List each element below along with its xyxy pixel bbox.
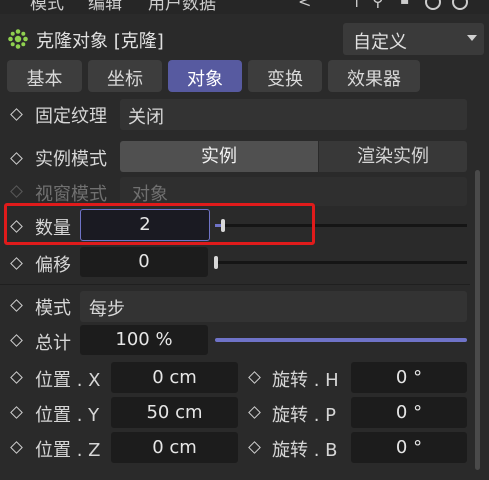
menu-item-edit[interactable]: 编辑: [88, 0, 122, 14]
rotation-b-input[interactable]: 0 °: [351, 432, 467, 463]
position-z-label: 位置 . Z: [35, 440, 101, 461]
keyframe-diamond-icon[interactable]: [10, 257, 23, 270]
fixed-texture-dropdown[interactable]: 关闭: [120, 99, 467, 130]
instance-mode-option-instance-label: 实例: [201, 146, 237, 167]
tab-effectors[interactable]: 效果器: [328, 60, 420, 92]
rotation-h-input[interactable]: 0 °: [351, 362, 467, 393]
mode-label: 模式: [35, 298, 71, 319]
keyframe-diamond-icon[interactable]: [10, 334, 23, 347]
position-x-input[interactable]: 0 cm: [111, 362, 238, 393]
tab-basic-label: 基本: [26, 69, 63, 90]
mode-value: 每步: [89, 299, 125, 320]
keyframe-diamond-icon[interactable]: [10, 299, 23, 312]
rotation-b-label: 旋转 . B: [272, 440, 338, 461]
settings-circle-icon[interactable]: [425, 0, 441, 10]
rotation-h-value: 0 °: [395, 367, 423, 388]
position-z-input[interactable]: 0 cm: [111, 432, 238, 463]
instance-mode-option-render[interactable]: 渲染实例: [319, 141, 467, 172]
menu-item-mode[interactable]: 模式: [30, 0, 64, 14]
fixed-texture-label: 固定纹理: [35, 106, 107, 127]
offset-slider-track[interactable]: [215, 261, 467, 264]
position-y-input[interactable]: 50 cm: [111, 397, 238, 428]
viewport-mode-dropdown: 对象: [120, 177, 467, 206]
total-label: 总计: [35, 333, 71, 354]
menu-item-userdata[interactable]: 用户数据: [148, 0, 216, 14]
preset-dropdown-value: 自定义: [353, 32, 407, 53]
position-y-label: 位置 . Y: [35, 405, 100, 426]
fixed-texture-value: 关闭: [128, 107, 164, 128]
total-value: 100 %: [115, 329, 173, 350]
keyframe-diamond-icon[interactable]: [10, 406, 23, 419]
total-slider-fill[interactable]: [215, 338, 467, 342]
keyframe-diamond-icon[interactable]: [10, 441, 23, 454]
offset-slider-handle[interactable]: [214, 256, 218, 269]
keyframe-diamond-icon: [10, 185, 23, 198]
section-divider: [0, 284, 470, 285]
rotation-p-label: 旋转 . P: [272, 405, 337, 426]
keyframe-diamond-icon[interactable]: [248, 371, 261, 384]
tab-transform[interactable]: 变换: [248, 60, 322, 92]
up-arrow-icon[interactable]: ↑: [350, 0, 363, 11]
back-arrow-icon[interactable]: <: [298, 0, 311, 11]
object-title: 克隆对象 [克隆]: [36, 31, 164, 52]
tab-coord[interactable]: 坐标: [88, 60, 162, 92]
keyframe-diamond-icon[interactable]: [10, 371, 23, 384]
tab-object-label: 对象: [187, 69, 223, 90]
instance-mode-label: 实例模式: [35, 149, 107, 170]
highlight-box: [4, 203, 315, 245]
preset-dropdown[interactable]: 自定义: [343, 23, 484, 55]
tab-transform-label: 变换: [267, 69, 303, 90]
top-menu-bar: 模式 编辑 用户数据 < ↑ ⚲ ▪: [0, 0, 489, 14]
mode-dropdown[interactable]: 每步: [80, 291, 467, 322]
rotation-h-label: 旋转 . H: [272, 370, 339, 391]
search-icon[interactable]: ⚲: [372, 0, 384, 10]
tab-effectors-label: 效果器: [347, 69, 401, 90]
position-x-label: 位置 . X: [35, 370, 101, 391]
rotation-p-input[interactable]: 0 °: [351, 397, 467, 428]
tab-coord-label: 坐标: [107, 69, 143, 90]
cloner-icon: [7, 28, 29, 55]
tab-object[interactable]: 对象: [168, 60, 242, 92]
keyframe-diamond-icon[interactable]: [248, 441, 261, 454]
position-x-value: 0 cm: [152, 367, 197, 388]
keyframe-diamond-icon[interactable]: [248, 406, 261, 419]
chevron-down-icon: [467, 35, 477, 41]
offset-input[interactable]: 0: [80, 247, 208, 277]
scrollbar[interactable]: [475, 170, 480, 470]
instance-mode-option-render-label: 渲染实例: [357, 146, 429, 167]
rotation-b-value: 0 °: [395, 437, 423, 458]
offset-value: 0: [138, 251, 150, 272]
instance-mode-option-instance[interactable]: 实例: [120, 141, 318, 172]
rotation-p-value: 0 °: [395, 402, 423, 423]
position-z-value: 0 cm: [152, 437, 197, 458]
position-y-value: 50 cm: [146, 402, 203, 423]
offset-label: 偏移: [35, 255, 71, 276]
lock-icon[interactable]: ▪: [400, 0, 410, 8]
total-input[interactable]: 100 %: [80, 325, 208, 355]
tab-basic[interactable]: 基本: [7, 60, 82, 92]
keyframe-diamond-icon[interactable]: [10, 152, 23, 165]
add-circle-icon[interactable]: [452, 0, 468, 10]
keyframe-diamond-icon[interactable]: [10, 108, 23, 121]
